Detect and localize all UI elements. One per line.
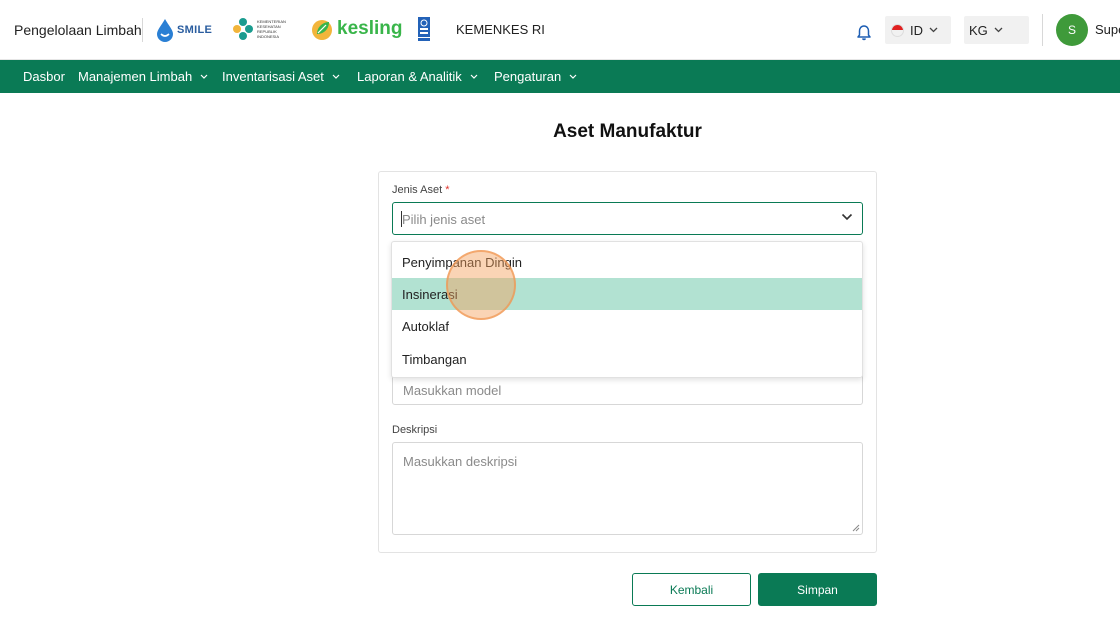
asset-type-label-text: Jenis Aset — [392, 184, 443, 196]
top-header: Pengelolaan Limbah SMILE KEMENTERIAN KES… — [0, 0, 1120, 60]
undp-emblem-icon — [418, 17, 430, 41]
nav-item-label: Pengaturan — [494, 69, 562, 84]
chevron-down-icon — [929, 27, 938, 33]
required-mark: * — [445, 184, 450, 196]
nav-item-label: Manajemen Limbah — [78, 69, 193, 84]
user-name[interactable]: Super — [1095, 22, 1120, 37]
header-divider — [142, 18, 143, 42]
nav-item-pengaturan[interactable]: Pengaturan — [494, 60, 577, 93]
resize-grip-icon[interactable] — [852, 524, 860, 532]
smile-logo-text: SMILE — [177, 24, 213, 36]
nav-item-dasbor[interactable]: Dasbor — [23, 60, 65, 93]
nav-item-laporan-analitik[interactable]: Laporan & Analitik — [357, 60, 478, 93]
kesling-logo: kesling — [310, 16, 402, 42]
chevron-down-icon — [200, 74, 208, 79]
chevron-down-icon — [841, 213, 853, 221]
app-title: Pengelolaan Limbah — [14, 22, 142, 38]
kemenkes-logo: KEMENTERIAN KESEHATAN REPUBLIK INDONESIA — [232, 17, 291, 41]
description-label: Deskripsi — [392, 424, 438, 436]
page-title: Aset Manufaktur — [553, 121, 702, 142]
chevron-down-icon — [994, 27, 1003, 33]
nav-item-label: Dasbor — [23, 69, 65, 84]
leaf-icon — [312, 20, 332, 40]
notification-bell-icon[interactable] — [856, 24, 872, 46]
chevron-down-icon — [332, 74, 340, 79]
asset-type-select[interactable]: Pilih jenis aset — [392, 202, 863, 235]
chevron-down-icon — [569, 74, 577, 79]
nav-item-manajemen-limbah[interactable]: Manajemen Limbah — [78, 60, 208, 93]
header-divider — [1042, 14, 1043, 46]
save-button[interactable]: Simpan — [758, 573, 877, 606]
organization-label: KEMENKES RI — [456, 22, 545, 37]
kemenkes-logo-text: KEMENTERIAN KESEHATAN REPUBLIK INDONESIA — [257, 19, 286, 39]
unit-value: KG — [969, 22, 988, 38]
click-indicator — [446, 250, 516, 320]
kesling-logo-text: kesling — [337, 18, 403, 39]
asset-type-placeholder: Pilih jenis aset — [402, 212, 486, 227]
user-avatar[interactable]: S — [1056, 14, 1088, 46]
indonesia-flag-icon — [891, 23, 904, 37]
nav-item-inventarisasi-aset[interactable]: Inventarisasi Aset — [222, 60, 340, 93]
back-button[interactable]: Kembali — [632, 573, 751, 606]
nav-item-label: Inventarisasi Aset — [222, 69, 324, 84]
asset-type-label: Jenis Aset * — [392, 184, 449, 196]
language-value: ID — [910, 22, 923, 38]
smile-logo: SMILE — [155, 18, 212, 42]
description-placeholder: Masukkan deskripsi — [403, 454, 518, 469]
language-select[interactable]: ID — [885, 16, 951, 44]
undp-logo — [418, 17, 430, 41]
description-textarea[interactable]: Masukkan deskripsi — [392, 442, 863, 535]
main-navigation: Dasbor Manajemen Limbah Inventarisasi As… — [0, 60, 1120, 93]
unit-select[interactable]: KG — [964, 16, 1029, 44]
model-placeholder: Masukkan model — [403, 383, 502, 398]
chevron-down-icon — [470, 74, 478, 79]
option-timbangan[interactable]: Timbangan — [392, 343, 862, 375]
nav-item-label: Laporan & Analitik — [357, 69, 462, 84]
water-drop-icon — [157, 19, 173, 42]
kemenkes-emblem-icon — [233, 18, 253, 40]
